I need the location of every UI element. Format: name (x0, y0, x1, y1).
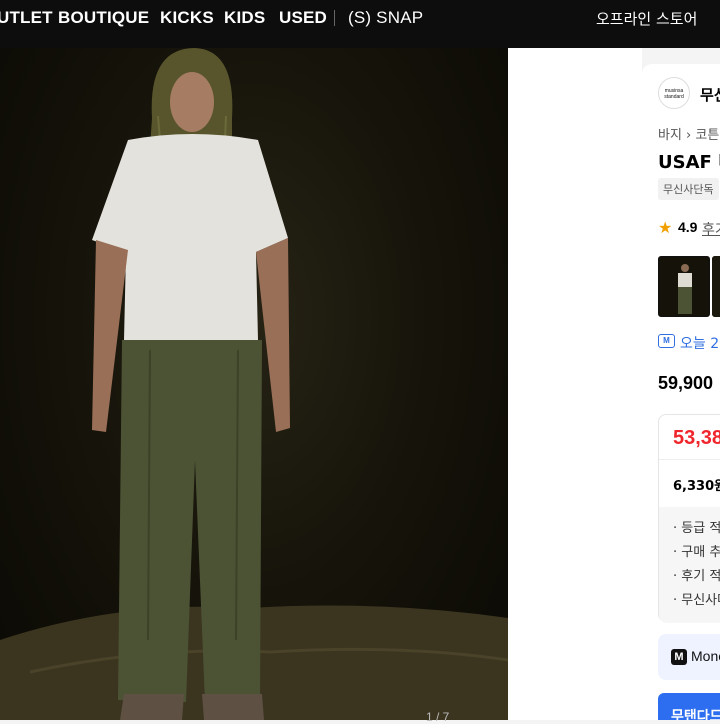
brand-logo[interactable]: musinsa standard (658, 77, 690, 109)
money-logo-icon: M (671, 649, 687, 665)
benefit-price-box: 53,38 6,330원 · 등급 적 · 구매 추 · 후기 적 · 무신사머 (658, 414, 720, 623)
nav-snap[interactable]: (S) SNAP (348, 8, 423, 28)
nav-divider (334, 10, 335, 26)
divider (659, 459, 720, 460)
detail-line: · 후기 적 (673, 569, 720, 584)
delivery-truck-icon: M (658, 334, 675, 348)
delivery-info: 오늘 22 (680, 336, 720, 352)
detail-line: · 구매 추 (673, 545, 720, 560)
product-title: USAF 미 (658, 152, 720, 173)
thumbnail-1[interactable] (658, 256, 710, 317)
buy-button[interactable]: 무탠다드 (658, 693, 720, 720)
brand-name[interactable]: 무신 (700, 84, 720, 105)
nav-kids[interactable]: KIDS (224, 8, 265, 28)
gallery-counter: 1 / 7 (426, 710, 450, 724)
buy-label: 무탠다드 (671, 709, 720, 720)
pay-label: Mone (691, 648, 720, 664)
points-amount: 6,330원 (673, 479, 720, 494)
product-photo-illustration (0, 48, 508, 720)
rating-value: 4.9 (678, 219, 698, 235)
detail-line: · 무신사머 (673, 593, 720, 608)
musinsa-money-button[interactable]: M Mone (658, 634, 720, 680)
breadcrumb[interactable]: 바지 › 코튼 (658, 124, 719, 143)
product-info-panel: musinsa standard 무신 바지 › 코튼 USAF 미 무신사단독… (642, 64, 720, 720)
thumbnail-2[interactable] (712, 256, 720, 317)
nav-outlet[interactable]: UTLET (0, 8, 53, 28)
reviews-link[interactable]: 후기 (702, 219, 720, 239)
content-gap (508, 48, 642, 720)
product-main-image[interactable] (0, 48, 508, 720)
thumbnail-illustration (712, 256, 720, 317)
top-navigation: UTLET BOUTIQUE KICKS KIDS USED (S) SNAP … (0, 0, 720, 48)
nav-used[interactable]: USED (279, 8, 327, 28)
nav-kicks[interactable]: KICKS (160, 8, 214, 28)
thumbnail-illustration (659, 257, 709, 316)
detail-line: · 등급 적 (673, 521, 720, 536)
nav-boutique[interactable]: BOUTIQUE (58, 8, 149, 28)
original-price: 59,900 (658, 373, 714, 393)
star-icon: ★ (658, 220, 673, 237)
exclusive-badge: 무신사단독 (658, 178, 719, 200)
benefit-details: · 등급 적 · 구매 추 · 후기 적 · 무신사머 (659, 507, 720, 623)
sale-price: 53,38 (673, 427, 720, 449)
nav-offline-store[interactable]: 오프라인 스토어 (596, 8, 697, 29)
